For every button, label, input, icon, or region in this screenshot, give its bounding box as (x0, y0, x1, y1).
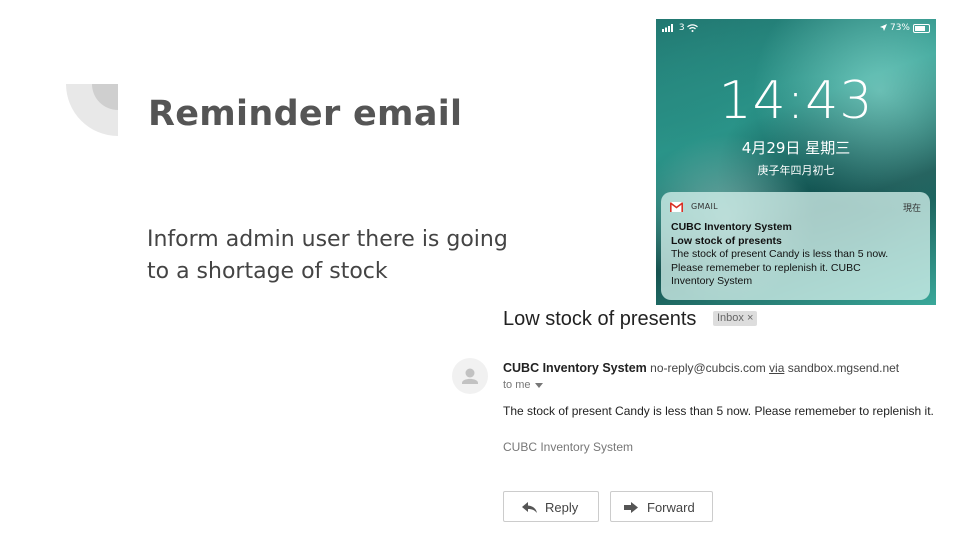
sender-avatar (452, 358, 488, 394)
chevron-down-icon[interactable] (534, 382, 543, 388)
forward-label: Forward (647, 500, 695, 515)
notification-text-line: Please rememeber to replenish it. CUBC (671, 261, 861, 274)
reply-label: Reply (545, 500, 579, 515)
gmail-icon (670, 202, 683, 212)
battery-label: 73% (889, 23, 910, 33)
reply-button[interactable]: Reply (503, 491, 599, 522)
battery-percent: 73% (880, 23, 910, 33)
email-body: The stock of present Candy is less than … (503, 404, 934, 418)
lunar-date: 庚子年四月初七 (757, 164, 835, 177)
forward-arrow-icon (624, 502, 638, 513)
subtitle-line: to a shortage of stock (147, 259, 388, 284)
reply-arrow-icon (522, 502, 537, 513)
sender-name: CUBC Inventory System (503, 361, 647, 375)
notification-app: GMAIL (691, 202, 718, 211)
carrier-signal: 3 (662, 23, 699, 33)
notification-subject: Low stock of presents (671, 234, 782, 247)
notification-sender: CUBC Inventory System (671, 221, 792, 233)
phone-lock-screen: 3 73% 14:43 4月29日 星期三 庚子年四月初七 GMAIL 現在 C… (656, 19, 936, 305)
notification-header: GMAIL 現在 (670, 201, 921, 215)
signal-icon (662, 23, 673, 32)
forward-button[interactable]: Forward (610, 491, 713, 522)
inbox-label-text: Inbox (717, 312, 744, 324)
sender-email: no-reply@cubcis.com (650, 361, 766, 375)
via-link[interactable]: via (769, 361, 784, 375)
location-icon (880, 24, 888, 31)
lock-date: 4月29日 星期三 (741, 139, 851, 157)
email-signature: CUBC Inventory System (503, 440, 634, 454)
via-domain: sandbox.mgsend.net (787, 361, 900, 375)
notification-text-line: Inventory System (671, 275, 753, 287)
recipient-toggle[interactable]: to me (503, 379, 543, 391)
carrier-name: 3 (678, 23, 685, 33)
slide-subtitle: Inform admin user there is going to a sh… (147, 224, 527, 288)
gmail-notification[interactable]: GMAIL 現在 CUBC Inventory System Low stock… (661, 192, 930, 300)
lock-clock: 14:43 (718, 71, 874, 131)
person-avatar-icon (462, 368, 478, 384)
notification-body: CUBC Inventory System Low stock of prese… (671, 221, 922, 289)
inbox-label[interactable]: Inbox × (713, 311, 758, 326)
sender-line: CUBC Inventory System no-reply@cubcis.co… (503, 361, 899, 375)
wifi-icon (687, 23, 699, 32)
quarter-circle-decoration (66, 84, 118, 136)
recipient-label: to me (503, 379, 531, 391)
notification-time: 現在 (902, 204, 921, 214)
status-bar: 3 73% (660, 22, 930, 36)
inbox-label-remove-icon[interactable]: × (747, 312, 753, 324)
notification-text-line: The stock of present Candy is less than … (671, 248, 889, 260)
subtitle-line: Inform admin user there is going (147, 227, 508, 252)
email-subject: Low stock of presents (503, 308, 697, 330)
battery-icon (913, 24, 930, 33)
slide-title: Reminder email (148, 94, 463, 134)
